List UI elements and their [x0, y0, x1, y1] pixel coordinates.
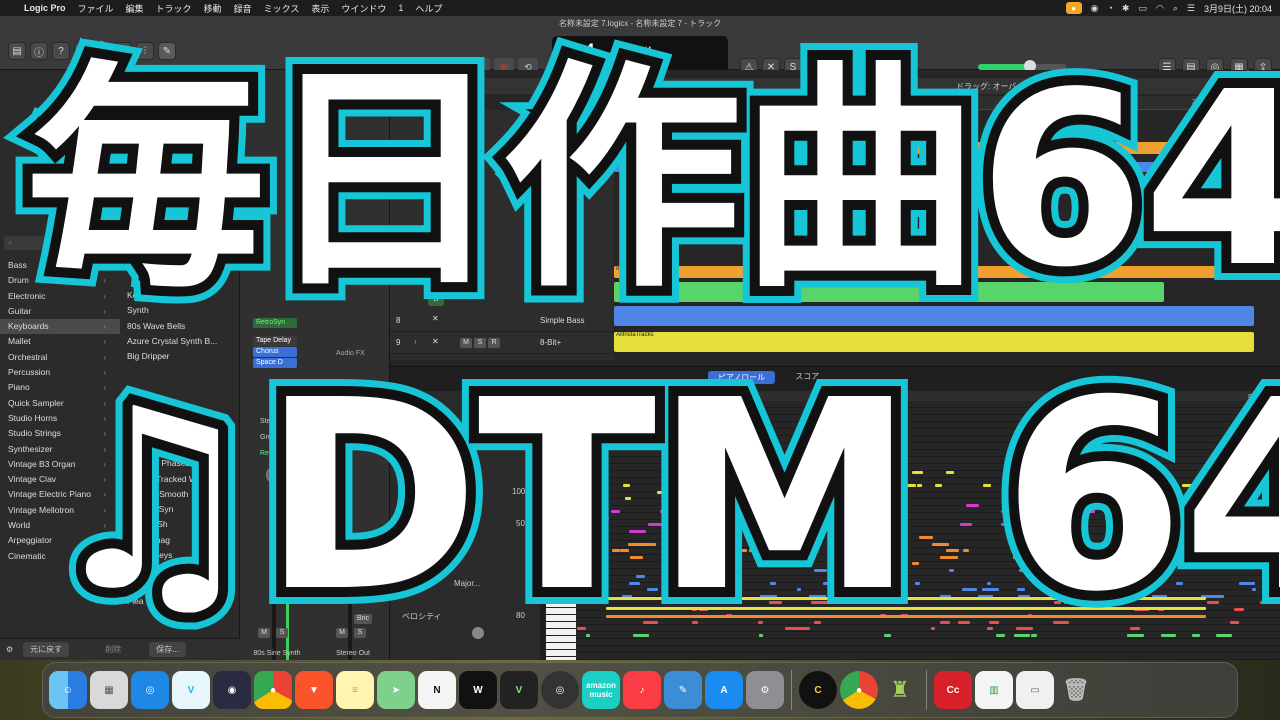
status-area: ● ◉ ◔ ✱ ▭ ◠ ⌕ ☰ 3月9日(土) 20:04 — [1065, 0, 1272, 16]
bluetooth-icon[interactable]: ✱ — [1122, 3, 1130, 14]
chevron-right-icon: › — [103, 337, 106, 347]
menu-edit[interactable]: 編集 — [126, 2, 144, 15]
strip-name-synth: 80s Sine Synth — [253, 650, 301, 657]
v-icon[interactable]: V — [500, 671, 538, 709]
logic-pro-window: Logic Pro ファイル 編集 トラック 移動 録音 ミックス 表示 ウイン… — [0, 0, 1280, 720]
dock-separator — [791, 670, 792, 710]
menu-view[interactable]: 表示 — [311, 2, 329, 15]
chrome2-icon[interactable]: ● — [840, 671, 878, 709]
dock: ☺ ▦ ◎ V ◉ ● ▼ ≡ ➤ N W V ◎ amazon music ♪… — [42, 662, 1238, 718]
menu-bar: Logic Pro ファイル 編集 トラック 移動 録音 ミックス 表示 ウイン… — [0, 0, 1280, 16]
cc-icon[interactable]: Cc — [934, 671, 972, 709]
library-patch[interactable]: Azure Crystal Synth B... — [120, 334, 232, 349]
battery-icon[interactable]: ▭ — [1138, 3, 1147, 14]
menu-navigate[interactable]: 移動 — [204, 2, 222, 15]
android-icon[interactable]: ♜ — [881, 671, 919, 709]
music-icon[interactable]: ♪ — [623, 671, 661, 709]
brave-icon[interactable]: ▼ — [295, 671, 333, 709]
screenshot-icon[interactable]: ▭ — [1016, 671, 1054, 709]
window-title: 名称未設定 7.logicx - 名称未設定 7 - トラック — [558, 19, 722, 28]
library-button[interactable]: ▤ — [8, 42, 26, 60]
davinci-icon[interactable]: ◉ — [213, 671, 251, 709]
menu-record[interactable]: 録音 — [234, 2, 252, 15]
menu-file[interactable]: ファイル — [78, 2, 114, 15]
canva-icon[interactable]: C — [799, 671, 837, 709]
numbers-icon[interactable]: ▥ — [975, 671, 1013, 709]
wifi-icon[interactable]: ◠ — [1156, 3, 1164, 14]
title-line2: ♫DTM 644 — [30, 342, 1280, 656]
maps-icon[interactable]: ➤ — [377, 671, 415, 709]
search-icon[interactable]: ⌕ — [1173, 3, 1178, 14]
safari-icon[interactable]: ◎ — [131, 671, 169, 709]
notion-icon[interactable]: N — [418, 671, 456, 709]
logic-icon[interactable]: ◎ — [541, 671, 579, 709]
menu-help[interactable]: ヘルプ — [415, 2, 442, 15]
title-line2-text: DTM 644 — [252, 342, 1280, 652]
title-line1: 毎日作曲644 — [16, 30, 1280, 330]
clock[interactable]: 3月9日(土) 20:04 — [1204, 2, 1272, 15]
mic-icon[interactable]: ● — [1065, 2, 1082, 14]
trash-icon[interactable]: 🗑 — [1057, 671, 1095, 709]
settings-icon[interactable]: ⚙ — [746, 671, 784, 709]
menu-mix[interactable]: ミックス — [264, 2, 300, 15]
music-note-icon: ♫ — [30, 346, 274, 656]
dock-separator — [926, 670, 927, 710]
bell-icon[interactable]: ◔ — [1107, 3, 1112, 13]
menu-window[interactable]: ウインドウ — [341, 2, 386, 15]
amazon-music-icon[interactable]: amazon music — [582, 671, 620, 709]
finder-icon[interactable]: ☺ — [49, 671, 87, 709]
notes-icon[interactable]: ≡ — [336, 671, 374, 709]
library-category[interactable]: Mallet › — [0, 334, 120, 349]
menu-one[interactable]: 1 — [398, 3, 403, 13]
strip-name-stereo-out: Stereo Out — [336, 650, 370, 657]
vimeo-icon[interactable]: V — [172, 671, 210, 709]
kindle-icon[interactable]: ✎ — [664, 671, 702, 709]
chrome-icon[interactable]: ● — [254, 671, 292, 709]
menu-app[interactable]: Logic Pro — [24, 3, 66, 13]
menu-track[interactable]: トラック — [156, 2, 192, 15]
library-settings-icon[interactable]: ⚙ — [6, 645, 13, 654]
control-center-icon[interactable]: ☰ — [1187, 3, 1195, 14]
launchpad-icon[interactable]: ▦ — [90, 671, 128, 709]
appstore-icon[interactable]: A — [705, 671, 743, 709]
wm-icon[interactable]: W — [459, 671, 497, 709]
record-status-icon[interactable]: ◉ — [1091, 3, 1099, 14]
